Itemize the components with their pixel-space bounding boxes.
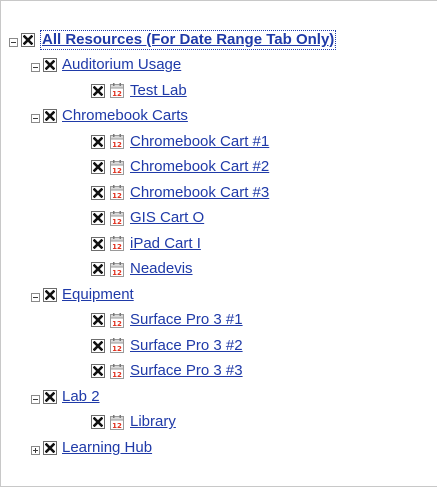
x-checkbox-icon[interactable] [43,287,57,302]
tree-item-label[interactable]: Chromebook Cart #3 [130,184,269,202]
tree-item-row: 12 GIS Cart O [9,206,437,232]
x-checkbox-icon[interactable] [43,58,57,73]
tree-group-label[interactable]: Auditorium Usage [62,56,181,74]
tree-item-row: 12 Surface Pro 3 #1 [9,308,437,334]
tree-item-row: 12 Surface Pro 3 #2 [9,333,437,359]
tree-item-label[interactable]: Library [130,413,176,431]
tree-item-row: 12 Chromebook Cart #1 [9,129,437,155]
tree-group-label[interactable]: Equipment [62,286,134,304]
x-checkbox-icon[interactable] [43,109,57,124]
svg-text:12: 12 [112,90,122,98]
x-checkbox-icon[interactable] [91,313,105,328]
tree-group-row: Chromebook Carts [9,104,437,130]
x-checkbox-icon[interactable] [91,236,105,251]
tree-item-label[interactable]: Surface Pro 3 #2 [130,337,243,355]
tree-group-row: Auditorium Usage [9,53,437,79]
x-checkbox-icon[interactable] [91,211,105,226]
calendar-icon: 12 [110,159,124,175]
calendar-icon: 12 [110,134,124,150]
x-checkbox-icon[interactable] [21,32,35,47]
tree-item-row: 12 iPad Cart I [9,231,437,257]
tree-group-row: Lab 2 [9,384,437,410]
tree-group-row: Equipment [9,282,437,308]
x-checkbox-icon[interactable] [91,134,105,149]
resource-tree: All Resources (For Date Range Tab Only) … [9,27,437,461]
calendar-icon: 12 [110,338,124,354]
svg-text:12: 12 [112,269,122,277]
x-checkbox-icon[interactable] [43,389,57,404]
tree-item-row: 12 Neadevis [9,257,437,283]
tree-item-row: 12 Surface Pro 3 #3 [9,359,437,385]
svg-text:12: 12 [112,167,122,175]
tree-item-row: 12 Chromebook Cart #2 [9,155,437,181]
svg-text:12: 12 [112,141,122,149]
tree-item-label[interactable]: Chromebook Cart #2 [130,158,269,176]
calendar-icon: 12 [110,185,124,201]
tree-item-row: 12 Chromebook Cart #3 [9,180,437,206]
collapse-toggle-icon[interactable] [9,37,18,47]
tree-root-row: All Resources (For Date Range Tab Only) [9,27,437,53]
tree-item-label[interactable]: Neadevis [130,260,193,278]
tree-group-label[interactable]: Learning Hub [62,439,152,457]
calendar-icon: 12 [110,414,124,430]
tree-item-row: 12 Test Lab [9,78,437,104]
collapse-toggle-icon[interactable] [31,394,40,404]
tree-root-label-box: All Resources (For Date Range Tab Only) [40,29,337,50]
tree-group-label[interactable]: Chromebook Carts [62,107,188,125]
calendar-icon: 12 [110,261,124,277]
x-checkbox-icon[interactable] [91,185,105,200]
x-checkbox-icon[interactable] [91,262,105,277]
tree-item-label[interactable]: Test Lab [130,82,187,100]
svg-text:12: 12 [112,422,122,430]
svg-text:12: 12 [112,320,122,328]
calendar-icon: 12 [110,210,124,226]
tree-group-label[interactable]: Lab 2 [62,388,100,406]
svg-text:12: 12 [112,345,122,353]
calendar-icon: 12 [110,83,124,99]
expand-toggle-icon[interactable] [31,445,40,455]
x-checkbox-icon[interactable] [91,364,105,379]
tree-item-label[interactable]: Surface Pro 3 #1 [130,311,243,329]
calendar-icon: 12 [110,236,124,252]
tree-item-label[interactable]: iPad Cart I [130,235,201,253]
calendar-icon: 12 [110,363,124,379]
x-checkbox-icon[interactable] [91,83,105,98]
calendar-icon: 12 [110,312,124,328]
resource-tree-panel: All Resources (For Date Range Tab Only) … [0,0,437,487]
x-checkbox-icon[interactable] [91,338,105,353]
collapse-toggle-icon[interactable] [31,114,40,124]
tree-item-row: 12 Library [9,410,437,436]
collapse-toggle-icon[interactable] [31,292,40,302]
x-checkbox-icon[interactable] [43,440,57,455]
x-checkbox-icon[interactable] [91,160,105,175]
tree-root-label[interactable]: All Resources (For Date Range Tab Only) [42,31,334,48]
svg-text:12: 12 [112,243,122,251]
tree-item-label[interactable]: GIS Cart O [130,209,204,227]
tree-group-row: Learning Hub [9,435,437,461]
svg-text:12: 12 [112,218,122,226]
svg-text:12: 12 [112,371,122,379]
svg-text:12: 12 [112,192,122,200]
collapse-toggle-icon[interactable] [31,63,40,73]
tree-item-label[interactable]: Chromebook Cart #1 [130,133,269,151]
tree-item-label[interactable]: Surface Pro 3 #3 [130,362,243,380]
x-checkbox-icon[interactable] [91,415,105,430]
